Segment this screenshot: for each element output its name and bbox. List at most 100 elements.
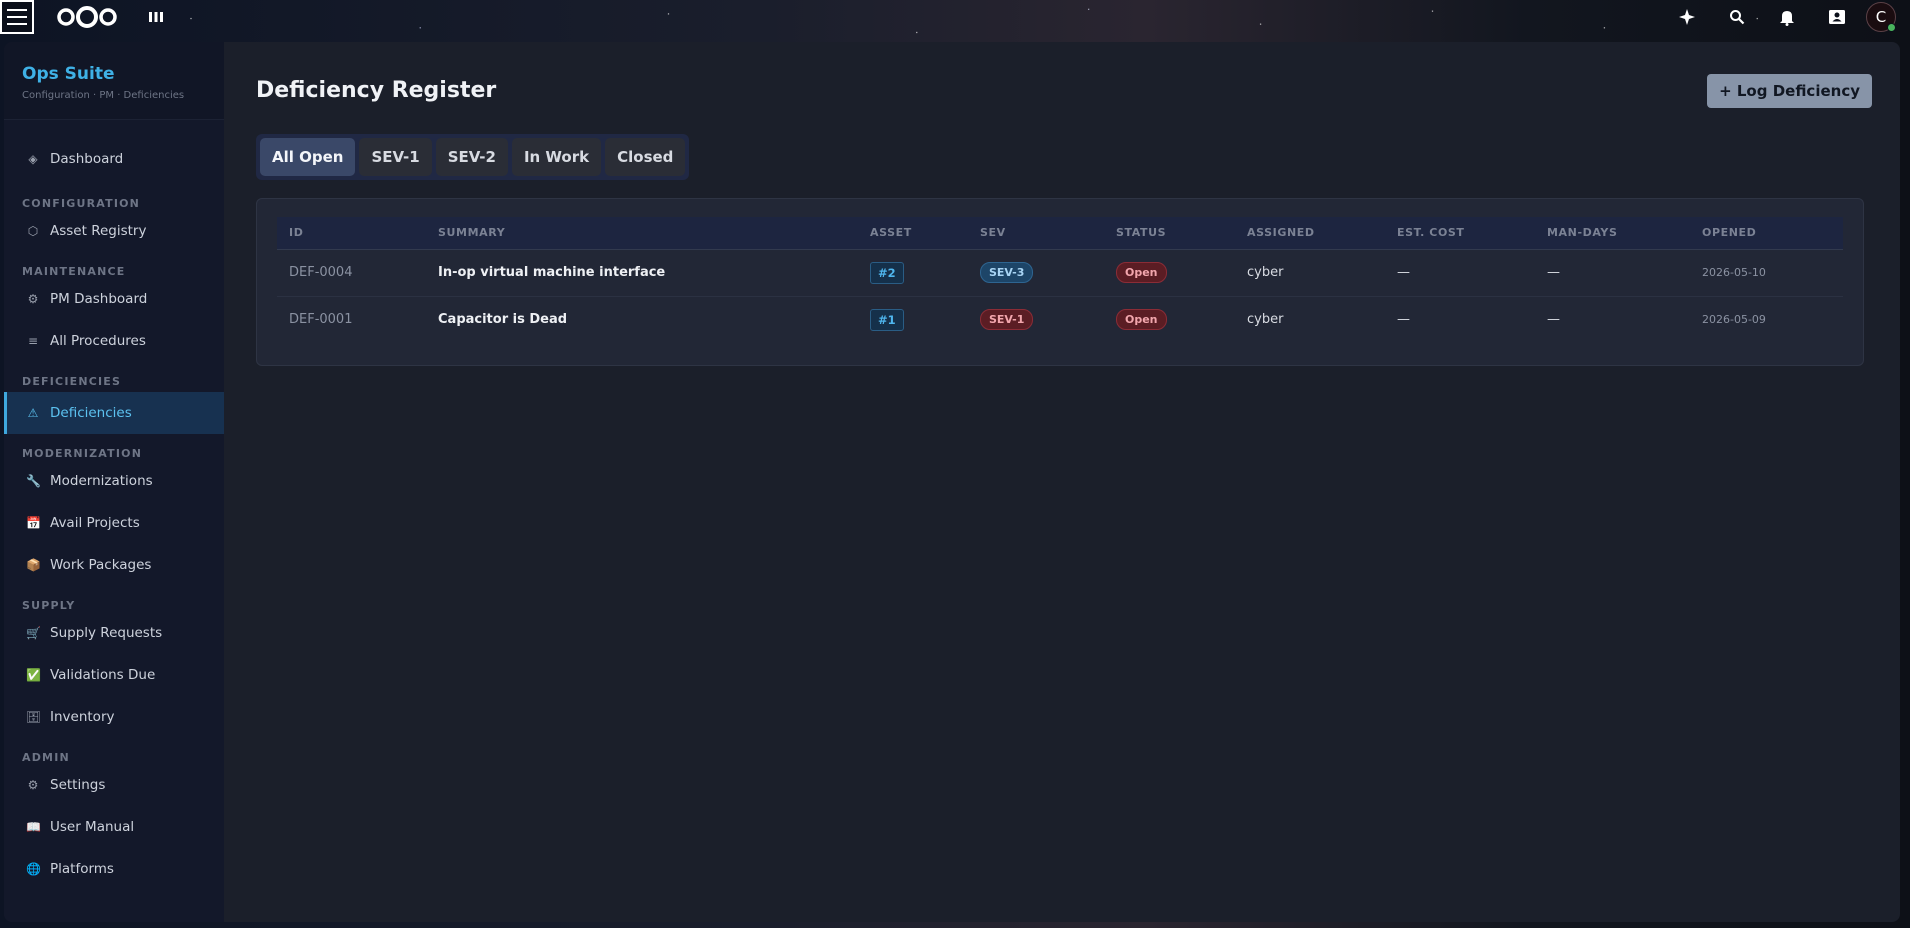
column-header-id[interactable]: ID [277,217,426,250]
cell-summary[interactable]: Capacitor is Dead [426,296,858,343]
column-header-est-cost[interactable]: EST. COST [1385,217,1535,250]
section-title-admin: ADMIN [22,751,70,764]
section-title-supply: SUPPLY [22,599,76,612]
nextcloud-logo-icon[interactable] [56,4,118,30]
brand-title: Ops Suite [22,64,115,84]
cell-sev: SEV-1 [968,296,1104,343]
filter-tabs: All Open SEV-1 SEV-2 In Work Closed [256,134,690,180]
sidebar-item-label: PM Dashboard [50,291,148,307]
main-content: Deficiency Register + Log Deficiency All… [256,42,1900,922]
sidebar-item-label: Asset Registry [50,223,147,239]
cell-opened: 2026-05-09 [1702,313,1766,327]
cabinet-icon: 🗄 [26,710,42,724]
cell-id: DEF-0001 [289,312,353,328]
package-icon: 📦 [26,558,41,572]
sidebar-item-label: Avail Projects [50,515,140,531]
section-title-deficiencies: DEFICIENCIES [22,375,122,388]
asset-tag[interactable]: #1 [870,308,904,331]
tab-sev-1[interactable]: SEV-1 [359,138,432,176]
app-window: Ops Suite Configuration · PM · Deficienc… [4,42,1900,922]
warning-icon: ⚠ [27,406,39,420]
assistant-sparkle-icon[interactable] [1662,0,1712,34]
sidebar-item-label: Deficiencies [50,405,132,421]
cell-asset: #1 [858,296,968,343]
cell-summary[interactable]: In-op virtual machine interface [426,249,858,297]
menu-icon[interactable] [0,0,34,34]
cell-est-cost: — [1385,249,1535,297]
sidebar: Ops Suite Configuration · PM · Deficienc… [4,42,224,922]
section-title-maintenance: MAINTENANCE [22,265,126,278]
sidebar-item-work-packages[interactable]: 📦 Work Packages [4,544,224,586]
column-header-opened[interactable]: OPENED [1690,217,1843,250]
cell-id: DEF-0004 [277,249,426,297]
wrench-icon: 🔧 [26,474,41,488]
check-icon: ✅ [26,668,41,682]
cell-sev: SEV-3 [968,249,1104,297]
sidebar-item-dashboard[interactable]: ◈ Dashboard [4,138,224,180]
sidebar-item-modernizations[interactable]: 🔧 Modernizations [4,460,224,502]
severity-badge: SEV-1 [980,309,1034,331]
bell-icon[interactable] [1762,0,1812,34]
sidebar-item-settings[interactable]: ⚙ Settings [4,764,224,806]
hexagon-icon: ⬡ [27,224,39,238]
sidebar-item-label: Dashboard [50,151,124,167]
sidebar-item-label: User Manual [50,819,135,835]
online-status-dot [1887,23,1896,32]
sidebar-item-label: Supply Requests [50,625,163,641]
column-header-summary[interactable]: SUMMARY [426,217,858,250]
sidebar-item-platforms[interactable]: 🌐 Platforms [4,848,224,890]
log-deficiency-button[interactable]: + Log Deficiency [1707,74,1872,108]
tab-all-open[interactable]: All Open [260,138,356,176]
column-header-sev[interactable]: SEV [968,217,1104,250]
sidebar-item-validations-due[interactable]: ✅ Validations Due [4,654,224,696]
severity-badge: SEV-3 [980,262,1034,283]
table-row[interactable]: DEF-0001 Capacitor is Dead #1 SEV-1 Open… [277,296,1843,343]
sidebar-item-label: Inventory [50,709,115,725]
cell-man-days: — [1547,312,1560,328]
cell-assigned: cyber [1247,312,1284,328]
sidebar-item-user-manual[interactable]: 📖 User Manual [4,806,224,848]
section-title-modernization: MODERNIZATION [22,447,143,460]
cell-status: Open [1104,249,1235,297]
cell-est-cost: — [1397,312,1410,328]
sidebar-item-supply-requests[interactable]: 🛒 Supply Requests [4,612,224,654]
sidebar-item-all-procedures[interactable]: ≡ All Procedures [4,320,224,362]
sidebar-item-inventory[interactable]: 🗄 Inventory [4,696,224,738]
sidebar-item-deficiencies[interactable]: ⚠ Deficiencies [4,392,224,434]
sidebar-item-label: All Procedures [50,333,146,349]
cell-opened: 2026-05-10 [1690,249,1843,297]
column-header-asset[interactable]: ASSET [858,217,968,250]
list-icon: ≡ [27,334,39,348]
contacts-icon[interactable] [1812,0,1862,34]
tab-sev-2[interactable]: SEV-2 [435,138,508,176]
sidebar-item-label: Modernizations [50,473,153,489]
brand: Ops Suite Configuration · PM · Deficienc… [4,42,224,120]
tab-in-work[interactable]: In Work [511,138,602,176]
table-row[interactable]: DEF-0004 In-op virtual machine interface… [277,249,1843,297]
column-header-man-days[interactable]: MAN-DAYS [1535,217,1690,250]
sidebar-item-pm-dashboard[interactable]: ⚙ PM Dashboard [4,278,224,320]
deficiency-table-card: ID SUMMARY ASSET SEV STATUS ASSIGNED EST… [256,198,1864,366]
column-header-status[interactable]: STATUS [1104,217,1235,250]
page-title: Deficiency Register [256,78,497,103]
asset-tag[interactable]: #2 [870,261,904,284]
calendar-icon: 📅 [26,516,41,530]
avatar[interactable]: C [1866,2,1896,32]
sidebar-item-label: Validations Due [50,667,156,683]
table-header-row: ID SUMMARY ASSET SEV STATUS ASSIGNED EST… [277,217,1843,250]
gear-icon: ⚙ [27,292,39,306]
status-badge: Open [1116,262,1167,283]
sidebar-item-avail-projects[interactable]: 📅 Avail Projects [4,502,224,544]
book-icon: 📖 [26,820,41,834]
diamond-icon: ◈ [28,152,38,166]
search-icon[interactable] [1712,0,1762,34]
column-header-assigned[interactable]: ASSIGNED [1235,217,1385,250]
tab-closed[interactable]: Closed [605,138,686,176]
globe-icon: 🌐 [26,862,41,876]
sidebar-item-label: Work Packages [50,557,152,573]
sidebar-item-asset-registry[interactable]: ⬡ Asset Registry [4,210,224,252]
apps-icon[interactable] [148,9,164,25]
section-title-configuration: CONFIGURATION [22,197,141,210]
brand-subtitle: Configuration · PM · Deficiencies [22,90,185,101]
cell-asset: #2 [858,249,968,297]
